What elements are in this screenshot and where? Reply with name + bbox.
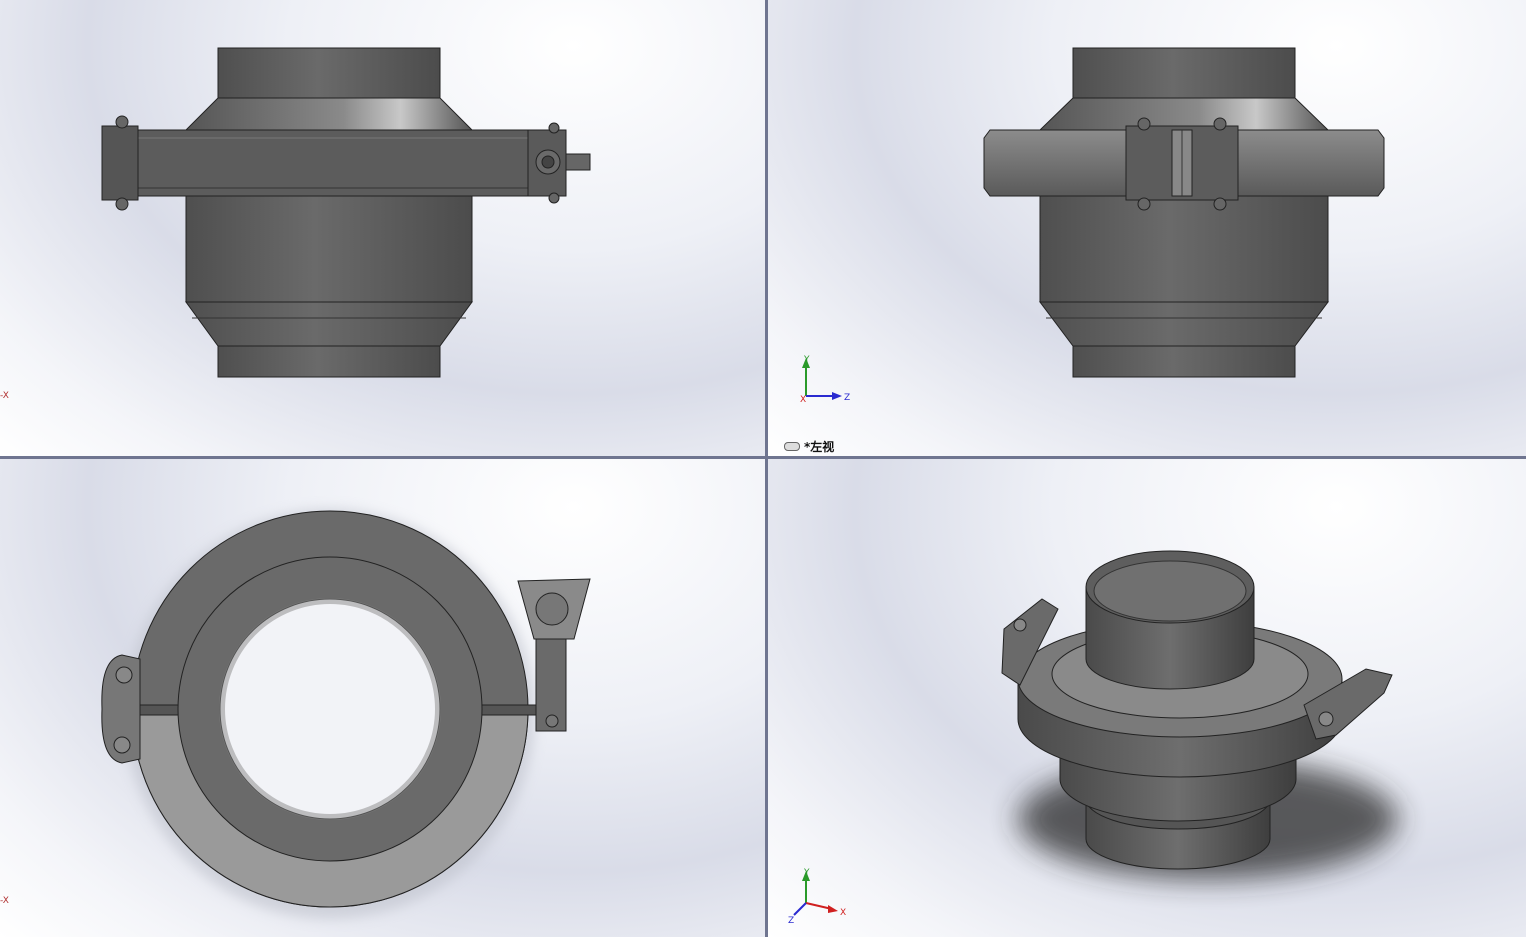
link-view-icon xyxy=(784,442,800,451)
top-view-model[interactable] xyxy=(0,459,765,937)
viewport-top-right[interactable]: Y Z X *左视 xyxy=(768,0,1526,456)
viewport-divider-horizontal[interactable] xyxy=(0,456,1526,459)
triad-y-label: Y xyxy=(803,355,810,365)
clamp-hinge xyxy=(101,125,139,201)
isometric-view-model[interactable] xyxy=(768,459,1526,937)
triad-z-label: Z xyxy=(844,393,850,403)
front-view-model[interactable] xyxy=(0,0,765,456)
triad-x-label: X xyxy=(840,908,846,918)
axis-stub-label: -X xyxy=(0,391,9,401)
wing-nut xyxy=(565,153,591,171)
bottom-cone xyxy=(185,301,473,347)
top-cone xyxy=(184,97,474,131)
bottom-pipe xyxy=(217,345,441,378)
triad-y-label: Y xyxy=(803,868,810,878)
triad-icon: Y Z X xyxy=(800,355,850,404)
top-pipe xyxy=(217,47,441,99)
viewport-bottom-right[interactable]: Y Z X xyxy=(768,459,1526,937)
triad-x-label: X xyxy=(800,395,806,404)
viewport-bottom-left[interactable]: -X xyxy=(0,459,765,937)
left-view-model[interactable] xyxy=(768,0,1526,456)
view-name-label: *左视 xyxy=(784,438,834,455)
viewport-top-left[interactable]: -X xyxy=(0,0,765,456)
triad-z-label: Z xyxy=(788,916,794,926)
axis-stub-label: -X xyxy=(0,896,9,906)
clamp-band xyxy=(137,129,531,197)
triad-icon: Y Z X xyxy=(788,868,846,926)
viewport-divider-vertical[interactable] xyxy=(765,0,768,937)
